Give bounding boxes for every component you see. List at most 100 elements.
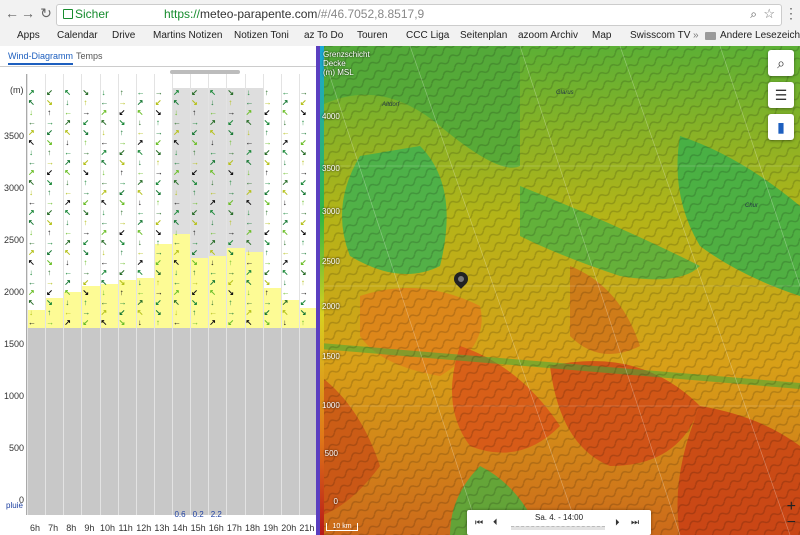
menu-icon[interactable]: ⋮ <box>784 5 798 22</box>
doc-icon <box>343 31 353 41</box>
wind-barb: ↓ <box>174 148 178 157</box>
wind-barb: → <box>227 108 236 117</box>
drive-icon <box>98 31 108 41</box>
wind-barb: ↖ <box>28 298 35 307</box>
tab-temps[interactable]: Temps <box>76 51 103 61</box>
wind-barb: ↘ <box>82 168 90 177</box>
last-step-icon[interactable]: ⏭ <box>631 517 639 528</box>
wind-barb: ↖ <box>281 308 289 317</box>
bookmark-drive[interactable]: Drive <box>98 30 135 41</box>
bookmark-apps[interactable]: Apps <box>3 30 40 41</box>
reload-icon[interactable]: ↻ <box>38 5 54 21</box>
settings-sliders-icon[interactable]: ☰ <box>768 82 794 108</box>
wind-barb: ↓ <box>174 308 178 317</box>
bar-chart-icon[interactable]: ▮ <box>768 114 794 140</box>
wind-barb: ↗ <box>209 318 216 327</box>
map-layer-title: Grenzschicht Decke (m) MSL <box>323 50 370 77</box>
wind-barb: ↗ <box>281 178 289 187</box>
wind-barb: → <box>118 98 127 107</box>
wind-barb: ↙ <box>82 278 90 287</box>
search-icon[interactable]: ⌕ <box>750 7 757 22</box>
wind-barb: ↓ <box>65 138 70 147</box>
bookmark-other[interactable]: Andere Lesezeichen <box>705 30 800 41</box>
wind-barb: ↖ <box>281 228 289 237</box>
wind-barb: ↓ <box>210 258 215 267</box>
wind-barb: ← <box>100 138 109 147</box>
wind-barb: ↙ <box>118 188 126 197</box>
wind-barb: ↑ <box>155 278 160 287</box>
forward-icon[interactable]: → <box>20 5 36 21</box>
seitenplan-icon <box>446 31 456 41</box>
wind-barb: → <box>227 268 236 277</box>
wind-barb: ↑ <box>119 248 124 257</box>
wind-barb: ↗ <box>100 228 108 237</box>
bookmark-calendar[interactable]: Calendar <box>43 30 98 41</box>
wind-barb: ← <box>100 98 109 107</box>
wind-barb: ↑ <box>119 288 124 297</box>
wind-barb: ← <box>173 278 181 287</box>
bookmark-map[interactable]: Map <box>578 30 611 41</box>
scale-tick: 2500 <box>322 257 340 266</box>
wind-barb: ← <box>281 208 290 217</box>
wind-barb: ↗ <box>281 258 289 267</box>
more-bookmarks-icon[interactable]: » <box>693 30 699 41</box>
time-slider[interactable] <box>511 526 605 530</box>
wind-barb: → <box>154 248 163 257</box>
hour-label: 11h <box>118 523 133 533</box>
wind-barb: ↓ <box>246 128 251 137</box>
wind-barb: ↘ <box>227 288 235 297</box>
wind-barb: ← <box>281 128 290 137</box>
bookmark-touren[interactable]: Touren <box>343 30 388 41</box>
terrain-map[interactable]: Grenzschicht Decke (m) MSL 4000 3500 300… <box>320 46 800 535</box>
zoom-out-button[interactable]: − <box>787 514 796 532</box>
wind-barb: ↘ <box>154 108 162 117</box>
bookmark-swisscom-tv[interactable]: Swisscom TV <box>616 30 690 41</box>
wind-barb: ↙ <box>46 208 53 217</box>
wind-barb: ↘ <box>82 128 90 137</box>
search-icon[interactable]: ⌕ <box>768 50 794 76</box>
bookmark-notizen-toni[interactable]: Notizen Toni <box>220 30 289 41</box>
wind-barb: ↗ <box>64 278 71 287</box>
hour-label: 19h <box>263 523 279 533</box>
prev-step-icon[interactable]: ⏴ <box>493 517 498 528</box>
wind-barb: → <box>82 308 91 317</box>
wind-barb: ↓ <box>65 298 70 307</box>
wind-barb: → <box>191 278 200 287</box>
url-text[interactable]: https://meteo-parapente.com/#/46.7052,8.… <box>164 7 424 21</box>
wind-barb: ↑ <box>192 268 197 277</box>
wind-barb: ↓ <box>101 288 106 297</box>
wind-barb: ↑ <box>228 138 233 147</box>
wind-barb: ↗ <box>136 258 144 267</box>
next-step-icon[interactable]: ⏵ <box>615 517 620 528</box>
wind-barb: ← <box>209 228 218 237</box>
bookmark-martins-notizen[interactable]: Martins Notizen <box>139 30 222 41</box>
wind-barb: ↙ <box>46 168 53 177</box>
wind-barb: ↖ <box>100 198 108 207</box>
wind-barb: ↓ <box>282 118 287 127</box>
wind-barb: ↘ <box>46 178 53 187</box>
rain-value: 0.2 <box>192 510 204 519</box>
wind-barb: ↗ <box>281 138 289 147</box>
wind-barb: ↙ <box>191 288 198 297</box>
first-step-icon[interactable]: ⏮ <box>475 517 483 528</box>
wind-barb: ↑ <box>47 308 52 317</box>
wind-grid[interactable]: ↗ ↖ ↓ ← ↗ ↖ ↓ ← ↗ ↖ ↓ ← ↗ ↖ ↓ ← ↗ ↖ ↓ ← ↗ ↖ ↓ ← ↙ ↘ ↑ → ↙ ↘ ↑ → ↙ ↘ ↑ → ↙ ↘ ↑ →… <box>26 74 317 515</box>
address-bar[interactable]: Sicher https://meteo-parapente.com/#/46.… <box>56 4 782 26</box>
wind-barb: ↓ <box>246 208 251 217</box>
wind-barb: ← <box>281 288 290 297</box>
back-icon[interactable]: ← <box>4 5 20 21</box>
bookmark-seitenplan[interactable]: Seitenplan <box>446 30 507 41</box>
bookmark-azoom-archiv[interactable]: azoom Archiv <box>504 30 578 41</box>
wind-barb: ↗ <box>209 158 216 167</box>
bookmark-star-icon[interactable]: ☆ <box>763 6 775 22</box>
wind-barb: ← <box>28 238 36 247</box>
wind-barb: ↓ <box>282 158 287 167</box>
wind-barb: ↓ <box>29 308 33 317</box>
wind-barb: ↖ <box>100 158 108 167</box>
wind-barb: ↘ <box>191 98 198 107</box>
bookmark-az-todo[interactable]: az To Do <box>290 30 343 41</box>
tab-wind-diagramm[interactable]: Wind-Diagramm <box>8 51 74 65</box>
bookmark-ccc-liga[interactable]: CCC Liga <box>392 30 449 41</box>
wind-barb: ↓ <box>282 278 287 287</box>
wind-barb: ↖ <box>173 298 180 307</box>
